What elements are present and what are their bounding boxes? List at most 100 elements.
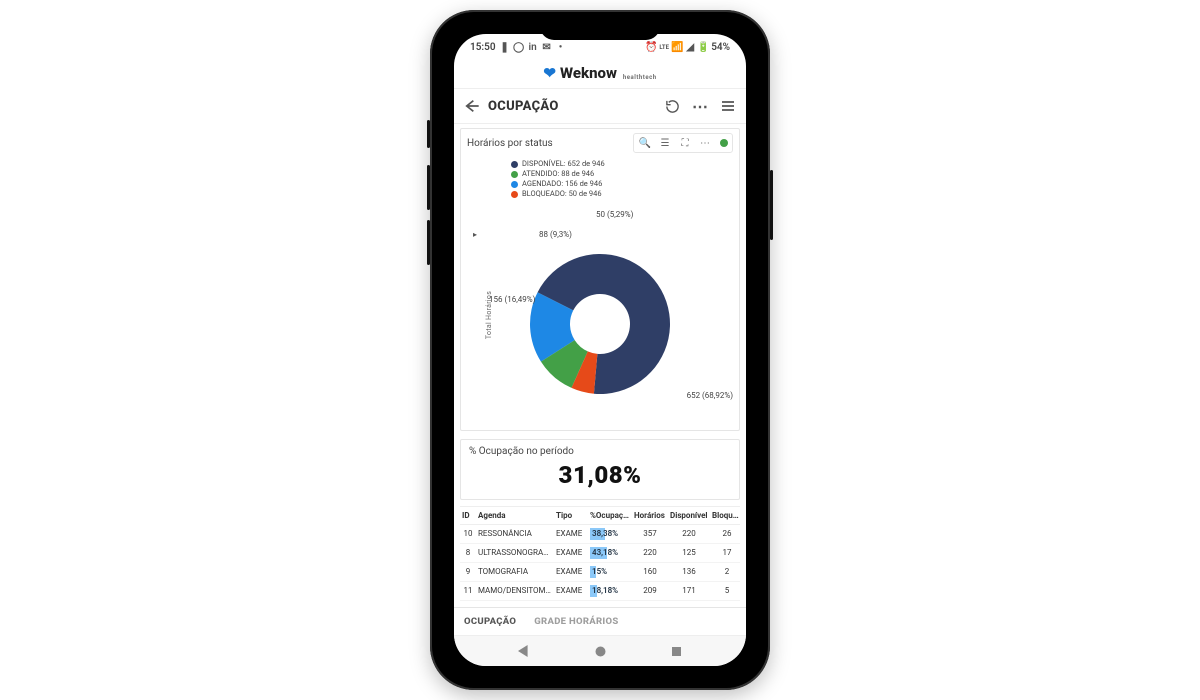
tab-ocupacao[interactable]: OCUPAÇÃO <box>464 616 516 631</box>
linkedin-icon: in <box>528 42 538 52</box>
cell-disponivel: 220 <box>668 529 710 538</box>
col-header: Bloquead <box>710 511 744 520</box>
brand-sub: healthtech <box>623 74 657 81</box>
status-chart-card: Horários por status 🔍 ☰ ⛶ ⋯ DISPONÍVEL: … <box>460 128 740 431</box>
card-more-icon[interactable]: ⋯ <box>698 136 712 150</box>
cell-disponivel: 171 <box>668 586 710 595</box>
chat-icon: ❚ <box>500 42 510 52</box>
cell-id: 8 <box>460 548 476 557</box>
brand-logo: ❤ Weknow healthtech <box>543 64 656 82</box>
table-row[interactable]: 9TOMOGRAFIAEXAME15%1601362 <box>460 563 740 582</box>
mail-icon: ✉ <box>542 42 552 52</box>
brand-bar: ❤ Weknow healthtech <box>454 58 746 89</box>
cell-agenda: TOMOGRAFIA <box>476 567 554 576</box>
status-dot-icon <box>720 139 728 147</box>
side-button <box>427 165 430 210</box>
card-title: Horários por status <box>467 138 553 149</box>
battery-text: 54% <box>711 42 730 53</box>
cell-ocupacao: 43,18% <box>588 547 632 559</box>
legend-dot-icon <box>511 191 518 198</box>
filter-icon[interactable]: ☰ <box>658 136 672 150</box>
col-header: ID <box>460 511 476 520</box>
cell-disponivel: 125 <box>668 548 710 557</box>
android-navbar <box>454 635 746 666</box>
col-header: Tipo <box>554 511 588 520</box>
cell-ocupacao: 15% <box>588 566 632 578</box>
card-toolbar: 🔍 ☰ ⛶ ⋯ <box>633 133 733 153</box>
table-row[interactable]: 10RESSONÂNCIAEXAME38,38%35722026 <box>460 525 740 544</box>
legend-label: AGENDADO: 156 de 946 <box>522 179 602 189</box>
table-header: IDAgendaTipo%OcupaçãoHoráriosDisponívelB… <box>460 507 740 525</box>
page-title: OCUPAÇÃO <box>488 99 559 114</box>
legend-label: BLOQUEADO: 50 de 946 <box>522 189 602 199</box>
status-time: 15:50 <box>470 42 496 53</box>
signal-icon: ◢ <box>685 42 695 52</box>
nav-home-icon[interactable] <box>594 645 606 657</box>
lte-icon: LTE <box>659 42 669 52</box>
cell-bloq: 2 <box>710 567 744 576</box>
kpi-title: % Ocupação no período <box>469 446 731 457</box>
inspect-icon[interactable]: 🔍 <box>638 136 652 150</box>
cell-horarios: 357 <box>632 529 668 538</box>
col-header: Disponível <box>668 511 710 520</box>
table-row[interactable]: 8ULTRASSONOGRAFIAEXAME43,18%22012517 <box>460 544 740 563</box>
nav-back-icon[interactable] <box>518 645 530 657</box>
slice-label-atendido: 88 (9,3%) <box>539 230 572 239</box>
cell-agenda: ULTRASSONOGRAFIA <box>476 548 554 557</box>
chart-legend: DISPONÍVEL: 652 de 946ATENDIDO: 88 de 94… <box>461 157 739 200</box>
kpi-value: 31,08% <box>469 461 731 489</box>
tab-grade-horarios[interactable]: GRADE HORÁRIOS <box>534 616 618 631</box>
axis-caret-icon: ▸ <box>473 230 477 239</box>
side-button <box>770 170 773 240</box>
cell-tipo: EXAME <box>554 567 588 576</box>
legend-item: AGENDADO: 156 de 946 <box>511 179 739 189</box>
slice-label-disponivel: 652 (68,92%) <box>687 391 733 400</box>
donut-svg <box>520 244 680 404</box>
legend-dot-icon <box>511 161 518 168</box>
legend-label: DISPONÍVEL: 652 de 946 <box>522 159 605 169</box>
phone-frame: 15:50 ❚ ◯ in ✉ • ⏰ LTE 📶 ◢ 🔋 54% <box>430 10 770 690</box>
battery-icon: 🔋 <box>698 42 708 52</box>
legend-item: ATENDIDO: 88 de 946 <box>511 169 739 179</box>
cell-ocupacao: 18,18% <box>588 585 632 597</box>
cell-id: 11 <box>460 586 476 595</box>
legend-dot-icon <box>511 181 518 188</box>
kpi-card: % Ocupação no período 31,08% <box>460 439 740 500</box>
slice-label-bloqueado: 50 (5,29%) <box>596 210 633 219</box>
menu-button[interactable] <box>720 98 736 114</box>
cell-tipo: EXAME <box>554 529 588 538</box>
refresh-button[interactable] <box>664 98 680 114</box>
more-button[interactable]: ⋯ <box>692 98 708 114</box>
brand-mark-icon: ❤ <box>543 64 556 82</box>
phone-notch <box>540 20 660 40</box>
cell-id: 10 <box>460 529 476 538</box>
cell-bloq: 26 <box>710 529 744 538</box>
side-button <box>427 220 430 265</box>
bottom-tabs: OCUPAÇÃO GRADE HORÁRIOS <box>454 607 746 635</box>
back-button[interactable] <box>464 98 480 114</box>
nav-recent-icon[interactable] <box>670 645 682 657</box>
agenda-table: IDAgendaTipo%OcupaçãoHoráriosDisponívelB… <box>460 506 740 601</box>
brand-name: Weknow <box>560 64 617 82</box>
cell-horarios: 160 <box>632 567 668 576</box>
col-header: %Ocupação <box>588 511 632 520</box>
table-row[interactable]: 11MAMO/DENSITOMETRIAEXAME18,18%2091715 <box>460 582 740 601</box>
dot-icon: • <box>556 42 566 52</box>
cell-bloq: 17 <box>710 548 744 557</box>
fullscreen-icon[interactable]: ⛶ <box>678 136 692 150</box>
title-bar: OCUPAÇÃO ⋯ <box>454 89 746 124</box>
cell-bloq: 5 <box>710 586 744 595</box>
cell-id: 9 <box>460 567 476 576</box>
cell-agenda: MAMO/DENSITOMETRIA <box>476 586 554 595</box>
cell-tipo: EXAME <box>554 548 588 557</box>
col-header: Agenda <box>476 511 554 520</box>
cell-horarios: 220 <box>632 548 668 557</box>
legend-item: DISPONÍVEL: 652 de 946 <box>511 159 739 169</box>
alarm-icon: ⏰ <box>646 42 656 52</box>
cell-ocupacao: 38,38% <box>588 528 632 540</box>
phone-screen: 15:50 ❚ ◯ in ✉ • ⏰ LTE 📶 ◢ 🔋 54% <box>454 34 746 666</box>
cell-agenda: RESSONÂNCIA <box>476 529 554 538</box>
legend-dot-icon <box>511 171 518 178</box>
cell-horarios: 209 <box>632 586 668 595</box>
legend-item: BLOQUEADO: 50 de 946 <box>511 189 739 199</box>
